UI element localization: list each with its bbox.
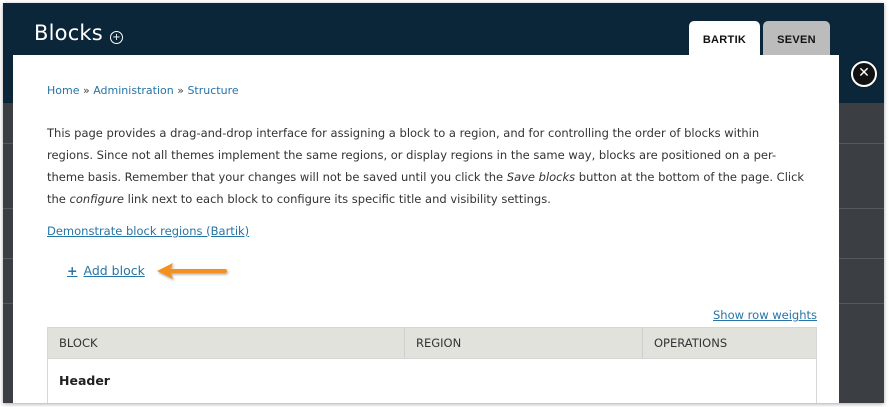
demonstrate-regions-link[interactable]: Demonstrate block regions (Bartik) xyxy=(47,224,249,238)
close-icon[interactable]: ✕ xyxy=(851,61,877,87)
title-bar: Blocks + BARTIK SEVEN xyxy=(3,3,884,58)
blocks-table: BLOCK REGION OPERATIONS Header xyxy=(47,327,817,403)
column-header-operations: OPERATIONS xyxy=(654,336,728,350)
breadcrumb-structure[interactable]: Structure xyxy=(187,84,238,97)
breadcrumb: Home » Administration » Structure xyxy=(47,84,239,97)
show-row-weights-link[interactable]: Show row weights xyxy=(713,308,817,322)
column-header-region: REGION xyxy=(405,328,643,358)
overlay-dialog: Home » Administration » Structure This p… xyxy=(13,55,839,403)
window-frame: Blocks + BARTIK SEVEN Home » Administrat… xyxy=(3,3,884,403)
add-block-link[interactable]: + Add block xyxy=(67,263,145,278)
page-description: This page provides a drag-and-drop inter… xyxy=(47,126,805,206)
add-block-label: Add block xyxy=(83,263,145,278)
arrow-annotation-icon xyxy=(157,263,227,279)
breadcrumb-separator: » xyxy=(82,84,90,97)
breadcrumb-separator: » xyxy=(177,84,184,97)
tab-seven[interactable]: SEVEN xyxy=(763,21,830,58)
tab-bartik[interactable]: BARTIK xyxy=(689,21,760,58)
region-row-header: Header xyxy=(48,359,816,403)
plus-circle-icon[interactable]: + xyxy=(110,31,123,44)
breadcrumb-administration[interactable]: Administration xyxy=(93,84,174,97)
page-title: Blocks xyxy=(34,21,103,45)
column-header-block: BLOCK xyxy=(48,328,405,358)
table-header: BLOCK REGION OPERATIONS xyxy=(48,328,816,359)
breadcrumb-home[interactable]: Home xyxy=(47,84,79,97)
plus-icon: + xyxy=(67,263,78,278)
